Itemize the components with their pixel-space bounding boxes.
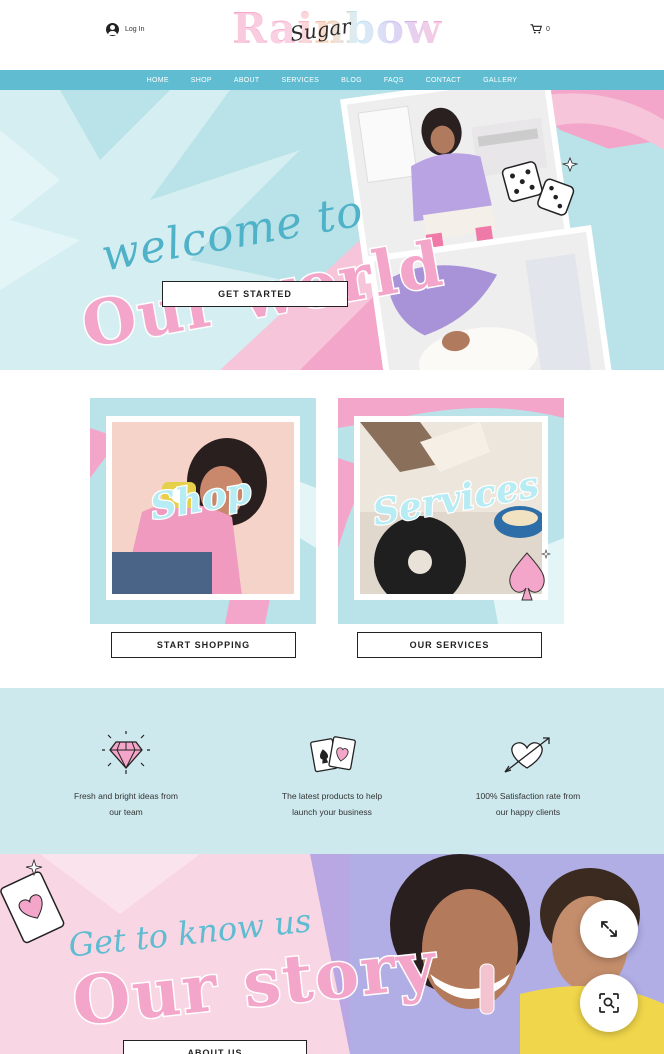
expand-button[interactable] xyxy=(580,900,638,958)
site-logo[interactable]: Rainbow Sugar xyxy=(232,4,441,60)
heart-card-icon xyxy=(0,858,65,944)
features-section: Fresh and bright ideas from our team The … xyxy=(0,688,664,854)
feature-text-line2: our team xyxy=(109,807,143,817)
login-label: Log In xyxy=(125,26,145,33)
cart-button[interactable]: 0 xyxy=(530,24,550,34)
heart-arrow-icon xyxy=(504,737,550,773)
start-shopping-button[interactable]: START SHOPPING xyxy=(111,632,296,658)
nav-item-shop[interactable]: SHOP xyxy=(180,77,223,84)
nav-item-services[interactable]: SERVICES xyxy=(270,77,330,84)
services-card[interactable]: Services xyxy=(338,398,564,624)
feature-text-line1: 100% Satisfaction rate from xyxy=(475,791,581,801)
user-avatar-icon xyxy=(106,23,119,36)
visual-search-button[interactable] xyxy=(580,974,638,1032)
shop-card[interactable]: Shop xyxy=(90,398,316,624)
feature-text-line1: The latest products to help xyxy=(281,791,383,801)
spade-icon xyxy=(509,549,551,601)
main-nav: HOME SHOP ABOUT SERVICES BLOG FAQS CONTA… xyxy=(0,70,664,90)
hero-section: welcome to Our world GET STARTED xyxy=(0,90,664,370)
feature-item: 100% Satisfaction rate from our happy cli… xyxy=(438,734,618,820)
playing-cards-icon xyxy=(310,736,356,773)
nav-item-gallery[interactable]: GALLERY xyxy=(472,77,528,84)
page: Log In Rainbow Sugar 0 HOME SHOP ABOUT S… xyxy=(0,0,664,1054)
expand-icon xyxy=(601,921,617,937)
feature-item: The latest products to help launch your b… xyxy=(242,734,422,820)
cards-section: Shop START SHOPPING Services OUR SERVICE… xyxy=(0,370,664,688)
diamond-icon xyxy=(102,731,150,774)
nav-item-blog[interactable]: BLOG xyxy=(330,77,373,84)
get-started-button[interactable]: GET STARTED xyxy=(162,281,348,307)
feature-text-line2: our happy clients xyxy=(495,807,561,817)
cart-icon xyxy=(530,24,542,34)
feature-item: Fresh and bright ideas from our team xyxy=(36,730,216,820)
lens-search-icon xyxy=(599,993,619,1013)
site-header: Log In Rainbow Sugar 0 xyxy=(0,0,664,70)
feature-text-line2: launch your business xyxy=(292,807,372,817)
nav-item-about[interactable]: ABOUT xyxy=(223,77,271,84)
dice-icon xyxy=(501,156,579,216)
login-button[interactable]: Log In xyxy=(106,23,144,36)
feature-text-line1: Fresh and bright ideas from xyxy=(74,791,178,801)
our-services-button[interactable]: OUR SERVICES xyxy=(357,632,542,658)
story-section: Get to know us Our story ABOUT US xyxy=(0,854,664,1054)
about-us-button[interactable]: ABOUT US xyxy=(123,1040,307,1054)
nav-item-faqs[interactable]: FAQS xyxy=(373,77,415,84)
nav-item-contact[interactable]: CONTACT xyxy=(415,77,472,84)
cart-count: 0 xyxy=(546,25,550,33)
nav-item-home[interactable]: HOME xyxy=(136,77,180,84)
